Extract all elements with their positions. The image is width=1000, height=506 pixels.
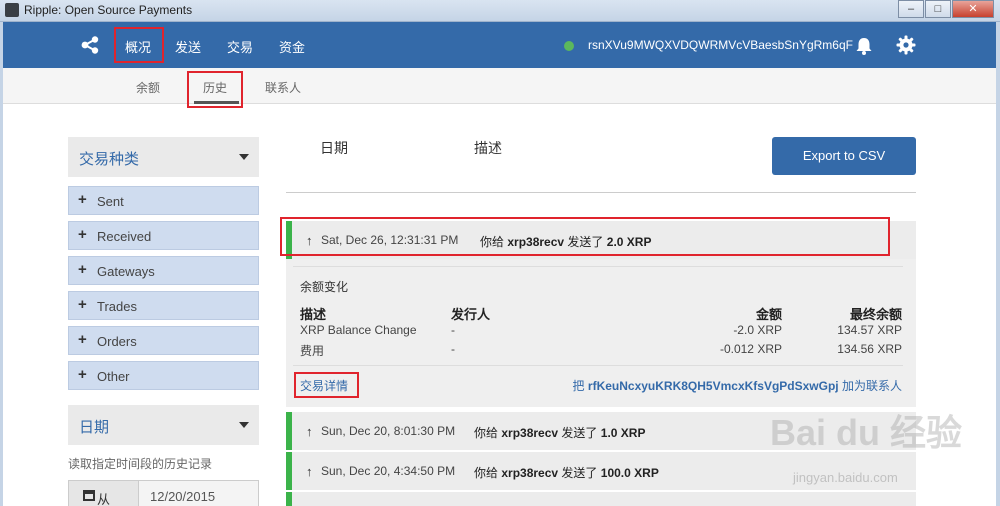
detail-row-final-balance: 134.57 XRP xyxy=(837,323,902,337)
minimize-button[interactable]: – xyxy=(898,0,924,18)
transaction-description: 你给 xrp38recv 发送了 1.0 XRP xyxy=(474,426,646,440)
detail-row-issuer: - xyxy=(451,342,455,356)
filter-other[interactable]: + Other xyxy=(68,361,259,390)
overview-highlight-box xyxy=(114,27,164,63)
detail-row-final-balance: 134.56 XRP xyxy=(837,342,902,356)
add-contact-link[interactable]: 把 rfKeuNcxyuKRK8QH5VmcxKfsVgPdSxwGpj 加为联… xyxy=(573,377,902,394)
filter-label: Other xyxy=(97,369,130,384)
top-navigation: 概况 发送 交易 资金 rsnXVu9MWQXVDQWRMVcVBaesbSnY… xyxy=(3,22,996,68)
detail-row-description: 费用 xyxy=(300,344,325,358)
detail-header-description: 描述 xyxy=(300,307,327,322)
plus-icon: + xyxy=(78,366,87,383)
close-button[interactable]: ✕ xyxy=(952,0,994,18)
subnav-contacts[interactable]: 联系人 xyxy=(265,79,301,96)
date-from-value[interactable]: 12/20/2015 xyxy=(150,489,215,504)
caret-down-icon xyxy=(239,422,249,428)
gear-icon[interactable] xyxy=(896,35,916,55)
app-icon xyxy=(5,3,19,17)
balance-change-title: 余额变化 xyxy=(300,280,349,294)
date-filter-title: 日期 xyxy=(79,419,110,436)
calendar-icon xyxy=(83,490,95,501)
plus-icon: + xyxy=(78,296,87,313)
transaction-detail-panel: 余额变化 描述 发行人 金额 最终余额 XRP Balance Change -… xyxy=(286,259,916,407)
window-frame-right xyxy=(996,22,1000,506)
detail-header-final-balance: 最终余额 xyxy=(849,307,902,322)
transaction-type-filter-header[interactable]: 交易种类 xyxy=(68,137,259,177)
nav-trade[interactable]: 交易 xyxy=(227,37,253,56)
filter-orders[interactable]: + Orders xyxy=(68,326,259,355)
arrow-up-icon: ↑ xyxy=(306,424,313,439)
baidu-watermark-url: jingyan.baidu.com xyxy=(793,470,898,485)
baidu-watermark: Bai du 经验 xyxy=(770,412,963,453)
account-address[interactable]: rsnXVu9MWQXVDQWRMVcVBaesbSnYgRm6qF xyxy=(588,38,853,52)
transaction-time: Sun, Dec 20, 4:34:50 PM xyxy=(321,464,456,478)
from-label-text: 从 xyxy=(97,492,111,506)
divider xyxy=(286,192,916,193)
connection-status-indicator xyxy=(564,41,574,51)
filter-label: Sent xyxy=(97,194,124,209)
detail-header-amount: 金额 xyxy=(755,307,782,322)
plus-icon: + xyxy=(78,331,87,348)
caret-down-icon xyxy=(239,154,249,160)
nav-send[interactable]: 发送 xyxy=(175,37,201,56)
plus-icon: + xyxy=(78,261,87,278)
bell-icon[interactable] xyxy=(854,36,874,56)
detail-header-issuer: 发行人 xyxy=(451,307,491,322)
details-link-highlight-box xyxy=(294,372,359,398)
detail-row-description: XRP Balance Change xyxy=(300,323,417,337)
subnav-balance[interactable]: 余额 xyxy=(136,79,160,96)
column-date-header: 日期 xyxy=(320,140,348,156)
ripple-logo-icon[interactable] xyxy=(80,36,100,54)
detail-row-issuer: - xyxy=(451,323,455,337)
export-csv-button[interactable]: Export to CSV xyxy=(772,137,916,175)
plus-icon: + xyxy=(78,191,87,208)
date-hint-text: 读取指定时间段的历史记录 xyxy=(68,457,213,471)
filter-label: Gateways xyxy=(97,264,155,279)
transaction-time: Sun, Dec 20, 8:01:30 PM xyxy=(321,424,456,438)
window-controls: – □ ✕ xyxy=(897,0,994,20)
filter-trades[interactable]: + Trades xyxy=(68,291,259,320)
nav-funds[interactable]: 资金 xyxy=(279,37,305,56)
filter-label: Trades xyxy=(97,299,137,314)
detail-row-amount: -2.0 XRP xyxy=(733,323,782,337)
window-titlebar: Ripple: Open Source Payments – □ ✕ xyxy=(0,0,1000,22)
plus-icon: + xyxy=(78,226,87,243)
history-highlight-box xyxy=(187,71,243,108)
detail-row-amount: -0.012 XRP xyxy=(719,342,782,356)
filter-received[interactable]: + Received xyxy=(68,221,259,250)
column-description-header: 描述 xyxy=(474,140,502,156)
divider xyxy=(293,365,903,366)
transaction-description: 你给 xrp38recv 发送了 100.0 XRP xyxy=(474,466,659,480)
filter-label: Received xyxy=(97,229,152,244)
maximize-button[interactable]: □ xyxy=(925,0,951,18)
date-from-label: 从 xyxy=(69,481,139,506)
transaction-type-title: 交易种类 xyxy=(79,151,140,168)
filter-label: Orders xyxy=(97,334,137,349)
window-title: Ripple: Open Source Payments xyxy=(24,3,193,17)
transaction-row[interactable] xyxy=(286,492,916,506)
transaction-highlight-box xyxy=(280,217,890,256)
filter-gateways[interactable]: + Gateways xyxy=(68,256,259,285)
divider xyxy=(293,266,903,267)
sub-navigation: 余额 历史 联系人 xyxy=(3,68,996,108)
date-from-field[interactable]: 从 12/20/2015 xyxy=(68,480,259,506)
date-filter-header[interactable]: 日期 xyxy=(68,405,259,445)
arrow-up-icon: ↑ xyxy=(306,464,313,479)
filter-sent[interactable]: + Sent xyxy=(68,186,259,215)
